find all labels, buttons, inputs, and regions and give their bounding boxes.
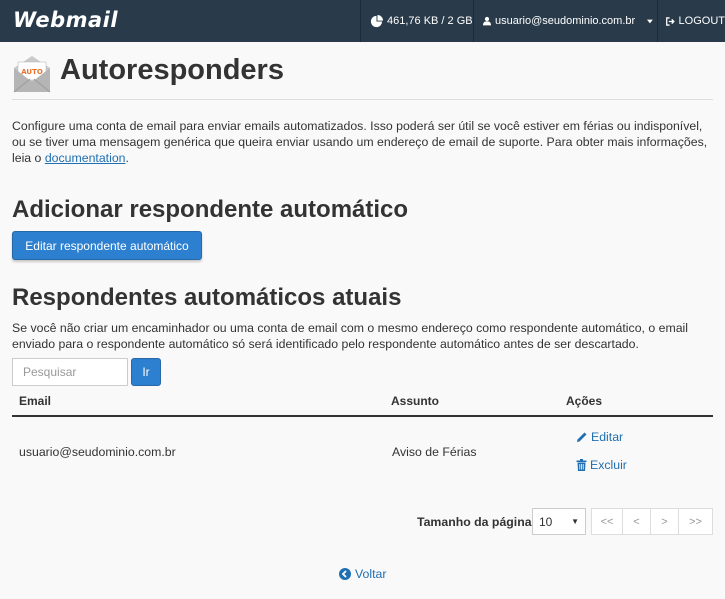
edit-autoresponder-button[interactable]: Editar respondente automático [12,231,202,260]
logout-label: LOGOUT [678,15,725,27]
last-page-button[interactable]: >> [678,508,713,535]
autoresponder-envelope-icon: AUTO [13,56,51,93]
column-header-subject[interactable]: Assunto [391,394,439,408]
webmail-logo[interactable]: Webmail [13,8,118,32]
arrow-circle-left-icon [339,568,351,580]
page-size-select[interactable]: 10 ▼ [532,508,586,535]
page-description: Configure uma conta de email para enviar… [12,118,717,166]
page-title: Autoresponders [60,54,284,86]
select-arrow-icon: ▼ [571,517,579,526]
row-subject: Aviso de Férias [392,445,477,459]
caret-down-icon [647,19,653,23]
back-link[interactable]: Voltar [339,567,386,581]
delete-action-label: Excluir [590,458,627,472]
page-size-value: 10 [539,514,553,529]
add-autoresponder-heading: Adicionar respondente automático [12,196,409,223]
description-end: . [125,151,129,165]
search-go-button[interactable]: Ir [131,358,161,386]
page-size-label: Tamanho da página [417,515,532,529]
next-page-button[interactable]: > [650,508,679,535]
column-header-email[interactable]: Email [19,394,51,408]
first-page-button[interactable]: << [591,508,623,535]
back-link-label: Voltar [355,567,387,581]
row-email: usuario@seudominio.com.br [19,445,176,459]
current-autoresponders-heading: Respondentes automáticos atuais [12,284,402,311]
previous-page-button[interactable]: < [622,508,651,535]
logout-icon [666,16,675,26]
column-header-actions: Ações [566,394,603,408]
edit-action-link[interactable]: Editar [576,430,623,444]
page-header: AUTO Autoresponders [12,52,713,100]
trash-icon [576,459,587,471]
edit-action-label: Editar [591,430,624,444]
auto-badge-text: AUTO [21,68,43,76]
user-email: usuario@seudominio.com.br [495,15,636,27]
disk-quota-text: 461,76 KB / 2 GB [387,15,473,27]
current-autoresponders-note: Se você não criar um encaminhador ou uma… [12,321,689,351]
logout-button[interactable]: LOGOUT [657,0,725,42]
user-icon [483,16,491,26]
disk-quota[interactable]: 461,76 KB / 2 GB [360,0,473,42]
documentation-link[interactable]: documentation [45,151,126,165]
search-input[interactable] [12,358,128,386]
user-menu[interactable]: usuario@seudominio.com.br [473,0,657,42]
pencil-icon [577,432,587,442]
top-bar: Webmail 461,76 KB / 2 GB usuario@seudomi… [0,0,725,42]
pie-chart-icon [370,14,383,27]
delete-action-link[interactable]: Excluir [576,458,627,472]
